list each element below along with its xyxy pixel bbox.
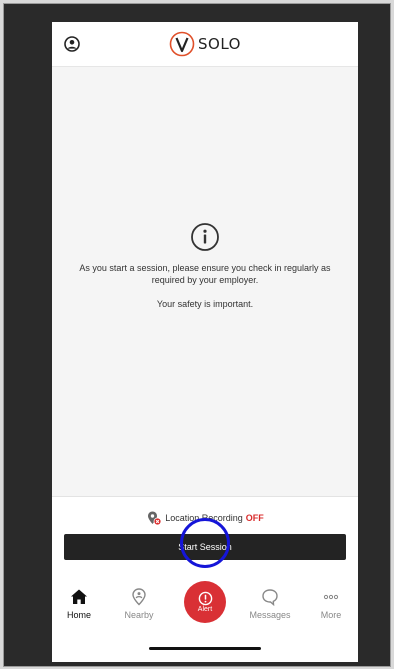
app-screen: SOLO As you start a session, please ensu…: [52, 22, 358, 662]
tab-home-label: Home: [66, 610, 91, 620]
tab-nearby[interactable]: Nearby: [113, 583, 165, 633]
info-circle-icon: [191, 223, 219, 251]
tab-bar: Home Nearby Alert Messages More: [52, 581, 358, 633]
tab-alert-label: Alert: [197, 606, 213, 613]
more-dots-icon: [323, 594, 339, 600]
tab-more-label: More: [320, 610, 342, 620]
safety-text: Your safety is important.: [156, 299, 254, 309]
session-panel: Location Recording OFF Start Session Hom…: [52, 496, 358, 662]
app-name: SOLO: [198, 35, 241, 53]
location-pin-off-icon: [148, 511, 162, 526]
person-circle-icon[interactable]: [64, 36, 80, 52]
session-instructions: As you start a session, please ensure yo…: [79, 263, 331, 285]
location-recording-value: OFF: [245, 513, 264, 523]
location-recording-status: Location Recording OFF: [52, 509, 358, 527]
solo-logo-icon: [169, 31, 195, 57]
nearby-pin-icon: [132, 588, 146, 606]
main-content: As you start a session, please ensure yo…: [52, 67, 358, 496]
tab-alert[interactable]: Alert: [184, 581, 226, 623]
chat-bubble-icon: [262, 589, 278, 607]
tab-more[interactable]: More: [305, 583, 357, 633]
phone-screen: SOLO As you start a session, please ensu…: [52, 22, 358, 662]
alert-exclamation-icon: [198, 591, 212, 606]
start-session-button[interactable]: Start Session: [64, 534, 346, 560]
home-indicator[interactable]: [149, 647, 261, 650]
location-recording-label: Location Recording: [165, 513, 243, 523]
tab-home[interactable]: Home: [53, 583, 105, 633]
tab-messages-label: Messages: [249, 610, 291, 620]
app-logo: SOLO: [169, 31, 241, 57]
alert-button[interactable]: Alert: [184, 581, 226, 623]
tab-nearby-label: Nearby: [124, 610, 154, 620]
app-header: SOLO: [52, 22, 358, 67]
home-icon: [71, 589, 87, 604]
tab-messages[interactable]: Messages: [244, 583, 296, 633]
